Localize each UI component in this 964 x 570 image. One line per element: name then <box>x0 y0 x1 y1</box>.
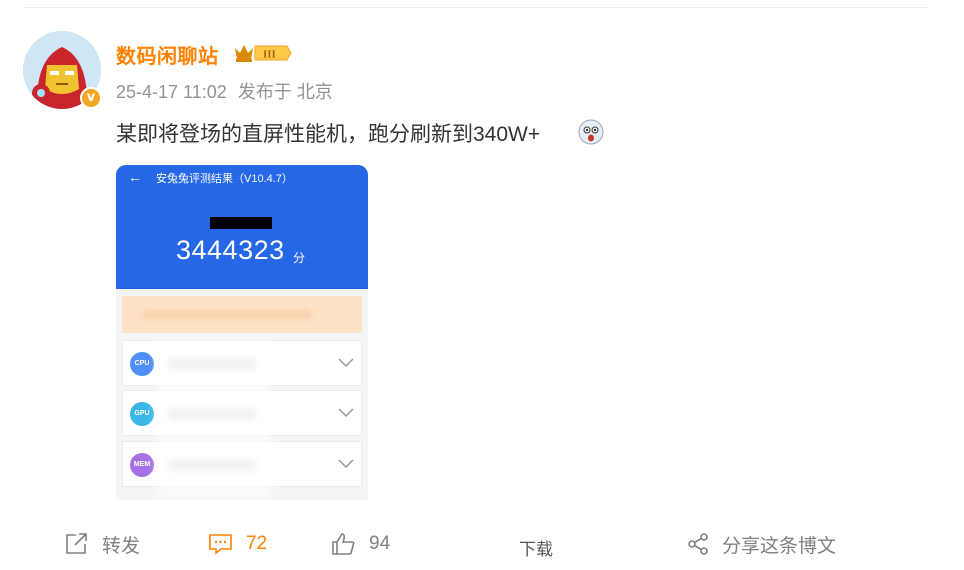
cpu-chip-icon: CPU <box>130 352 154 376</box>
share-button[interactable]: 分享这条博文 <box>686 530 836 558</box>
share-label: 分享这条博文 <box>722 535 837 557</box>
like-button[interactable]: 94 <box>331 530 390 558</box>
repost-button[interactable]: 转发 <box>64 530 140 558</box>
benchmark-score-unit: 分 <box>293 251 306 265</box>
shocked-face-emoji-icon <box>578 119 604 145</box>
blurred-banner <box>122 296 362 333</box>
benchmark-header: ← 安兔兔评测结果（V10.4.7） 3444323 分 <box>116 165 368 289</box>
benchmark-title: 安兔兔评测结果（V10.4.7） <box>156 173 293 185</box>
top-divider <box>24 7 929 8</box>
redaction-bar <box>210 217 272 229</box>
thumbs-up-icon <box>332 533 355 555</box>
vip-level-text: III <box>263 49 276 61</box>
repost-label: 转发 <box>102 535 141 557</box>
post-text: 某即将登场的直屏性能机，跑分刷新到340W+ <box>116 123 541 146</box>
chevron-down-icon <box>338 459 354 469</box>
post-timestamp[interactable]: 25-4-17 11:02 <box>116 82 227 102</box>
comment-button[interactable]: 72 <box>208 530 267 558</box>
chevron-down-icon <box>338 358 354 368</box>
post-image-benchmark[interactable]: ← 安兔兔评测结果（V10.4.7） 3444323 分 CPU GPU MEM <box>116 165 368 500</box>
like-count: 94 <box>369 533 391 554</box>
comment-count: 72 <box>246 533 268 554</box>
verified-badge-icon: v <box>80 87 102 109</box>
back-arrow-icon: ← <box>128 169 142 185</box>
mem-chip-icon: MEM <box>130 453 154 477</box>
benchmark-score: 3444323 <box>176 235 285 265</box>
blur-overlay <box>156 340 271 500</box>
vip-crown-badge-icon[interactable]: III <box>233 42 293 64</box>
repost-icon <box>66 533 87 554</box>
download-button[interactable]: 下载 <box>519 535 553 560</box>
chevron-down-icon <box>338 408 354 418</box>
comment-icon <box>209 534 232 555</box>
post-meta: 25-4-17 11:02 发布于 北京 <box>116 78 333 104</box>
gpu-chip-icon: GPU <box>130 402 154 426</box>
share-icon <box>688 533 708 555</box>
username[interactable]: 数码闲聊站 <box>116 40 219 69</box>
post-source: 发布于 北京 <box>237 82 333 102</box>
